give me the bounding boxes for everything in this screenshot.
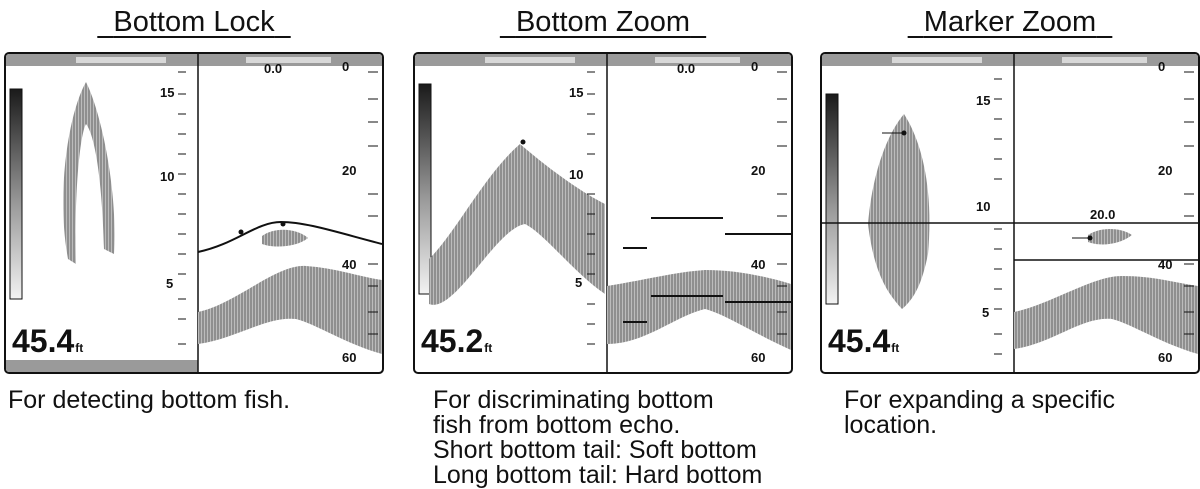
scale-label-0: 0 bbox=[1158, 59, 1166, 74]
scale-label-40: 40 bbox=[751, 257, 766, 272]
panel-bottom-lock: Bottom Lock 15 10 5 0.0 0 20 40 60 45.4f… bbox=[4, 0, 384, 484]
fish-school-echo bbox=[63, 82, 115, 264]
scale-label-0: 0 bbox=[751, 59, 759, 74]
sounder-screen: 15 10 5 0.0 0 20 40 60 45.2ft bbox=[413, 52, 793, 374]
fish-school-echo bbox=[868, 114, 930, 309]
panel-title: Bottom Zoom bbox=[515, 6, 691, 38]
scale-label-5: 5 bbox=[982, 305, 990, 320]
color-bar bbox=[9, 88, 23, 300]
seabed-echo bbox=[1014, 276, 1198, 354]
caption: For discriminating bottom fish from bott… bbox=[433, 386, 763, 489]
scale-label-40: 40 bbox=[1158, 257, 1173, 272]
scale-label-10: 10 bbox=[976, 199, 991, 214]
caption: For expanding a specific location. bbox=[844, 386, 1115, 439]
marker-value: 20.0 bbox=[1090, 207, 1116, 222]
panel-title: Marker Zoom bbox=[923, 6, 1097, 38]
top-value: 0.0 bbox=[264, 61, 283, 76]
scale-label-60: 60 bbox=[1158, 350, 1173, 365]
scale-label-20: 20 bbox=[751, 163, 766, 178]
scale-label-15: 15 bbox=[569, 85, 584, 100]
scale-label-15: 15 bbox=[160, 85, 175, 100]
scale-label-60: 60 bbox=[342, 350, 357, 365]
panel-title: Bottom Lock bbox=[113, 6, 275, 38]
scale-label-5: 5 bbox=[575, 275, 583, 290]
sounder-screen: 15 10 5 0.0 0 20 40 60 45.4ft bbox=[4, 52, 384, 374]
scale-label-15: 15 bbox=[976, 93, 991, 108]
panel-marker-zoom: Marker Zoom 15 10 5 20.0 0 20 40 60 45.4… bbox=[820, 0, 1200, 484]
scale-label-20: 20 bbox=[342, 163, 357, 178]
scale-label-20: 20 bbox=[1158, 163, 1173, 178]
depth-readout: 45.4ft bbox=[828, 323, 900, 359]
seabed-echo bbox=[198, 265, 382, 354]
seabed-echo bbox=[607, 270, 791, 350]
panel-bottom-zoom: Bottom Zoom 15 10 5 0.0 0 20 40 60 45.2f… bbox=[413, 0, 793, 488]
scale-label-60: 60 bbox=[751, 350, 766, 365]
depth-readout: 45.2ft bbox=[421, 323, 493, 359]
caption: For detecting bottom fish. bbox=[8, 386, 291, 414]
scale-label-0: 0 bbox=[342, 59, 350, 74]
scale-label-10: 10 bbox=[160, 169, 175, 184]
scale-label-5: 5 bbox=[166, 276, 174, 291]
color-bar bbox=[825, 93, 839, 305]
depth-readout: 45.4ft bbox=[12, 323, 84, 359]
scale-label-40: 40 bbox=[342, 257, 357, 272]
top-value: 0.0 bbox=[677, 61, 696, 76]
sounder-screen: 15 10 5 20.0 0 20 40 60 45.4ft bbox=[820, 52, 1200, 374]
scale-label-10: 10 bbox=[569, 167, 584, 182]
